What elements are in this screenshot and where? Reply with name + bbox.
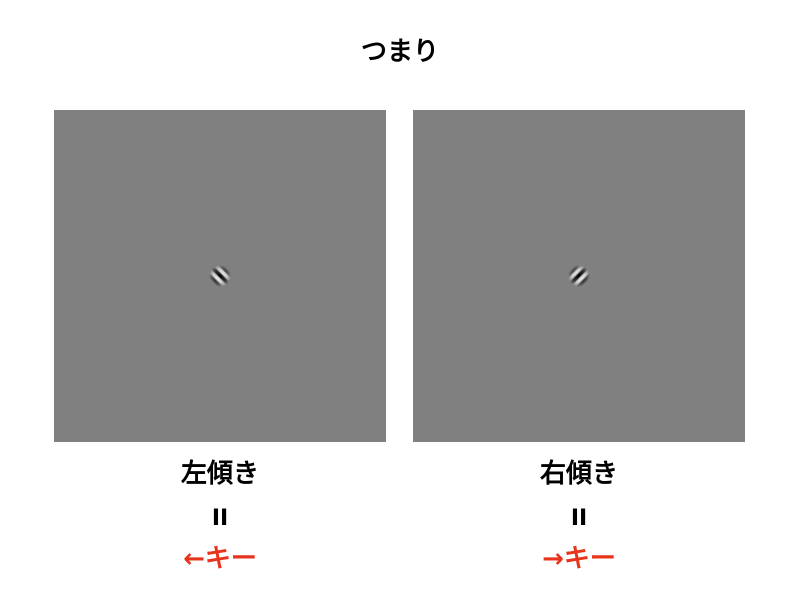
right-tilt-stimulus <box>413 110 745 442</box>
left-tilt-panel: 左傾き II ←キー <box>54 110 386 576</box>
right-tilt-panel: 右傾き II →キー <box>413 110 745 576</box>
instruction-screen: つまり 左傾き II ←キー 右傾き II →キー <box>0 0 800 600</box>
left-equals-sign: II <box>211 506 229 531</box>
right-tilt-label: 右傾き <box>539 459 618 489</box>
left-tilt-stimulus <box>54 110 386 442</box>
right-equals-sign: II <box>570 506 588 531</box>
page-heading: つまり <box>360 37 439 67</box>
left-tilt-label: 左傾き <box>180 459 259 489</box>
gabor-left-tilt-icon <box>197 253 243 299</box>
gabor-right-tilt-icon <box>556 253 602 299</box>
left-arrow-key-label: ←キー <box>183 544 257 574</box>
right-arrow-key-label: →キー <box>542 544 616 574</box>
